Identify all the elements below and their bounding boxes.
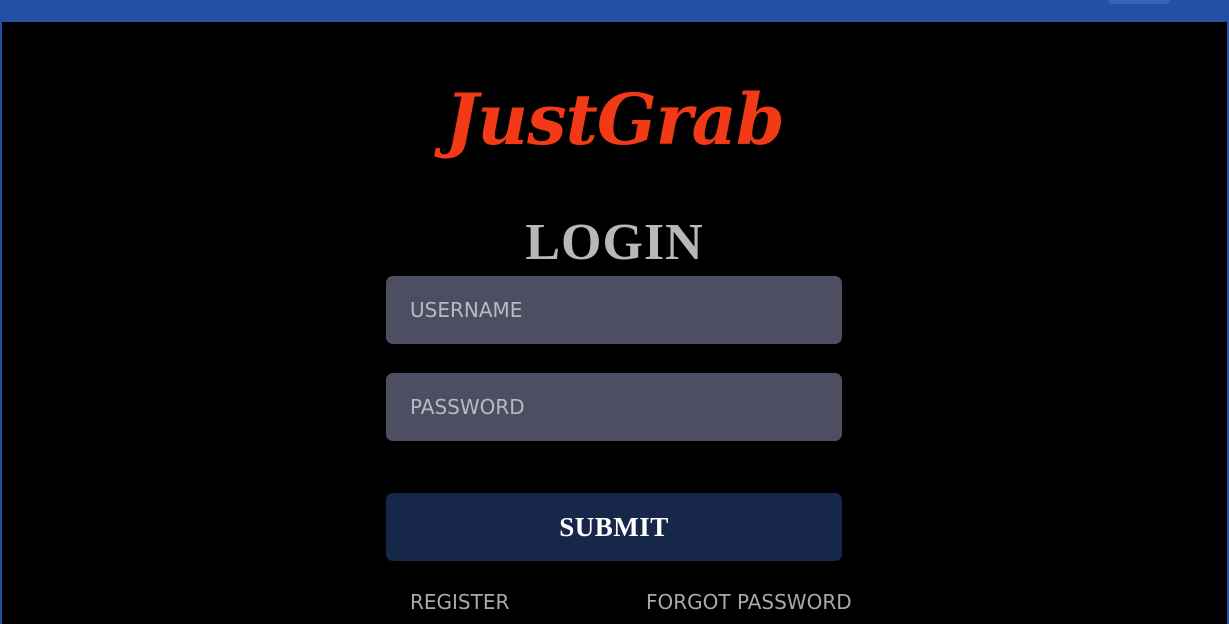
username-input[interactable] <box>386 276 842 344</box>
brand-logo: JustGrab <box>445 78 785 161</box>
top-bar <box>0 0 1229 22</box>
page-title: LOGIN <box>525 214 704 271</box>
register-link[interactable]: REGISTER <box>410 588 509 616</box>
password-input[interactable] <box>386 373 842 441</box>
submit-button[interactable]: SUBMIT <box>386 493 842 561</box>
top-bar-tab <box>1108 0 1170 4</box>
forgot-password-link[interactable]: FORGOT PASSWORD <box>646 588 852 616</box>
